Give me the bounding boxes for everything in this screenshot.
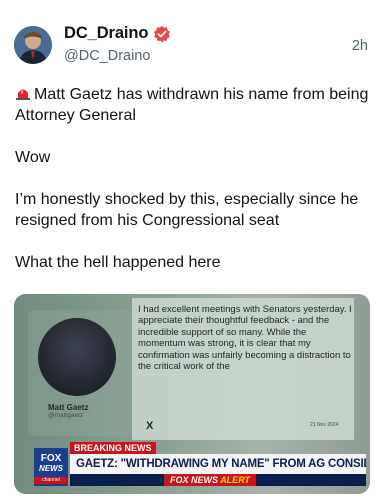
- breaking-news-label: BREAKING NEWS: [70, 442, 156, 454]
- siren-icon: [15, 85, 31, 100]
- chyron: GAETZ: "WITHDRAWING MY NAME" FROM AG CON…: [70, 454, 366, 474]
- verified-badge-icon: [153, 25, 171, 43]
- handle[interactable]: @DC_Draino: [64, 48, 150, 64]
- post-paragraph: I’m honestly shocked by this, especially…: [15, 191, 359, 229]
- screenshot-handle: @mattgaetz: [48, 412, 84, 419]
- post-time[interactable]: 2h: [352, 38, 368, 54]
- x-logo-icon: X: [146, 420, 154, 432]
- quote-text: I had excellent meetings with Senators y…: [138, 304, 352, 373]
- post-paragraph: Matt Gaetz has withdrawn his name from b…: [15, 85, 369, 124]
- post-text: Matt Gaetz has withdrawn his name from b…: [15, 84, 371, 294]
- display-name[interactable]: DC_Draino: [64, 24, 148, 43]
- fox-news-alert: FOX NEWS ALERT: [164, 474, 257, 486]
- fox-news-logo: FOX NEWS channel: [34, 448, 68, 486]
- quote-date: 21 Nov 2024: [310, 422, 339, 428]
- avatar[interactable]: [14, 26, 52, 64]
- post-paragraph: What the hell happened here: [15, 254, 221, 271]
- screenshot-avatar: [38, 318, 116, 396]
- screenshot-name: Matt Gaetz: [48, 403, 89, 412]
- media-image[interactable]: Matt Gaetz @mattgaetz I had excellent me…: [14, 294, 370, 494]
- post: DC_Draino @DC_Draino 2h Matt Gaetz has w…: [0, 0, 383, 500]
- post-paragraph: Wow: [15, 149, 51, 166]
